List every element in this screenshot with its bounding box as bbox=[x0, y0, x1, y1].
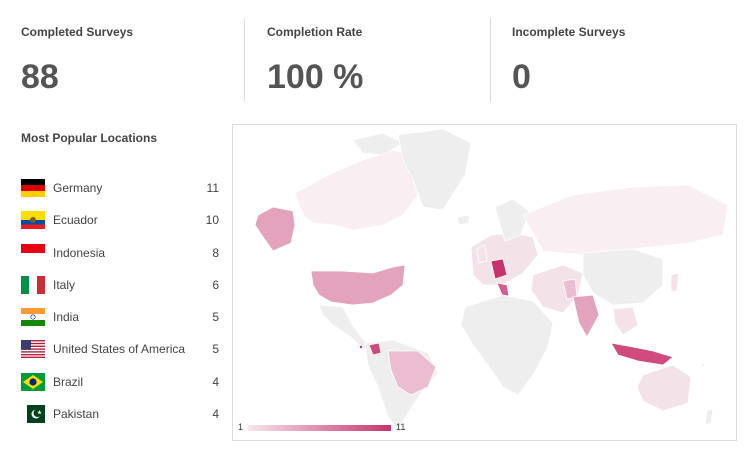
stat-incomplete-surveys: Incomplete Surveys 0 bbox=[512, 0, 712, 102]
map-region-mexico bbox=[318, 304, 370, 350]
world-map-svg[interactable] bbox=[233, 125, 736, 440]
brazil-flag-icon bbox=[21, 373, 45, 391]
list-item: Ecuador 10 bbox=[21, 211, 219, 231]
map-region-alaska bbox=[254, 206, 296, 252]
divider bbox=[490, 18, 491, 102]
list-item: Italy 6 bbox=[21, 276, 219, 296]
stat-value: 0 bbox=[512, 58, 531, 96]
italy-flag-icon bbox=[21, 276, 45, 294]
stat-label: Incomplete Surveys bbox=[512, 25, 626, 39]
list-item: United States of America 5 bbox=[21, 340, 219, 360]
usa-flag-icon bbox=[21, 340, 45, 358]
map-region-india bbox=[572, 294, 600, 338]
map-region-pacific-island bbox=[702, 364, 704, 366]
map-region-usa bbox=[310, 264, 406, 306]
location-count: 4 bbox=[212, 407, 219, 421]
map-region-japan bbox=[670, 272, 680, 292]
list-item: Brazil 4 bbox=[21, 373, 219, 393]
location-name: United States of America bbox=[53, 342, 186, 356]
list-item: Germany 11 bbox=[21, 179, 219, 199]
legend-max: 11 bbox=[396, 422, 406, 432]
legend-min: 1 bbox=[238, 422, 244, 432]
location-name: Italy bbox=[53, 278, 76, 292]
location-count: 4 bbox=[212, 375, 219, 389]
location-name: Indonesia bbox=[53, 246, 106, 260]
legend-gradient bbox=[248, 425, 391, 431]
map-region-galapagos bbox=[359, 345, 363, 349]
location-count: 10 bbox=[205, 213, 219, 227]
map-region-indonesia bbox=[610, 342, 674, 366]
germany-flag-icon bbox=[21, 179, 45, 197]
list-item: Indonesia 8 bbox=[21, 244, 219, 264]
map-region-china bbox=[582, 248, 664, 306]
location-count: 6 bbox=[212, 278, 219, 292]
locations-title: Most Popular Locations bbox=[21, 131, 158, 145]
indonesia-flag-icon bbox=[21, 244, 45, 262]
stat-label: Completed Surveys bbox=[21, 25, 134, 39]
stat-value: 100 % bbox=[267, 58, 364, 96]
list-item: Pakistan 4 bbox=[21, 405, 219, 425]
stat-completion-rate: Completion Rate 100 % bbox=[267, 0, 467, 102]
map-region-russia bbox=[522, 184, 729, 256]
world-map[interactable]: 1 11 bbox=[232, 124, 737, 441]
divider bbox=[244, 18, 245, 102]
location-name: Brazil bbox=[53, 375, 84, 389]
location-count: 5 bbox=[212, 310, 219, 324]
map-region-se-asia bbox=[612, 306, 639, 336]
location-count: 11 bbox=[206, 181, 219, 195]
location-name: Pakistan bbox=[53, 407, 100, 421]
location-count: 8 bbox=[212, 246, 219, 260]
india-flag-icon bbox=[21, 308, 45, 326]
ecuador-flag-icon bbox=[21, 211, 45, 229]
location-name: Ecuador bbox=[53, 213, 98, 227]
location-count: 5 bbox=[212, 342, 219, 356]
map-region-new-zealand bbox=[704, 408, 714, 426]
map-region-africa bbox=[460, 294, 554, 396]
stat-value: 88 bbox=[21, 58, 59, 96]
stat-label: Completion Rate bbox=[267, 25, 363, 39]
location-name: India bbox=[53, 310, 80, 324]
map-region-australia bbox=[636, 364, 692, 412]
location-name: Germany bbox=[53, 181, 103, 195]
stat-completed-surveys: Completed Surveys 88 bbox=[21, 0, 221, 102]
list-item: India 5 bbox=[21, 308, 219, 328]
map-region-iceland bbox=[456, 214, 470, 226]
pakistan-flag-icon bbox=[21, 405, 45, 423]
